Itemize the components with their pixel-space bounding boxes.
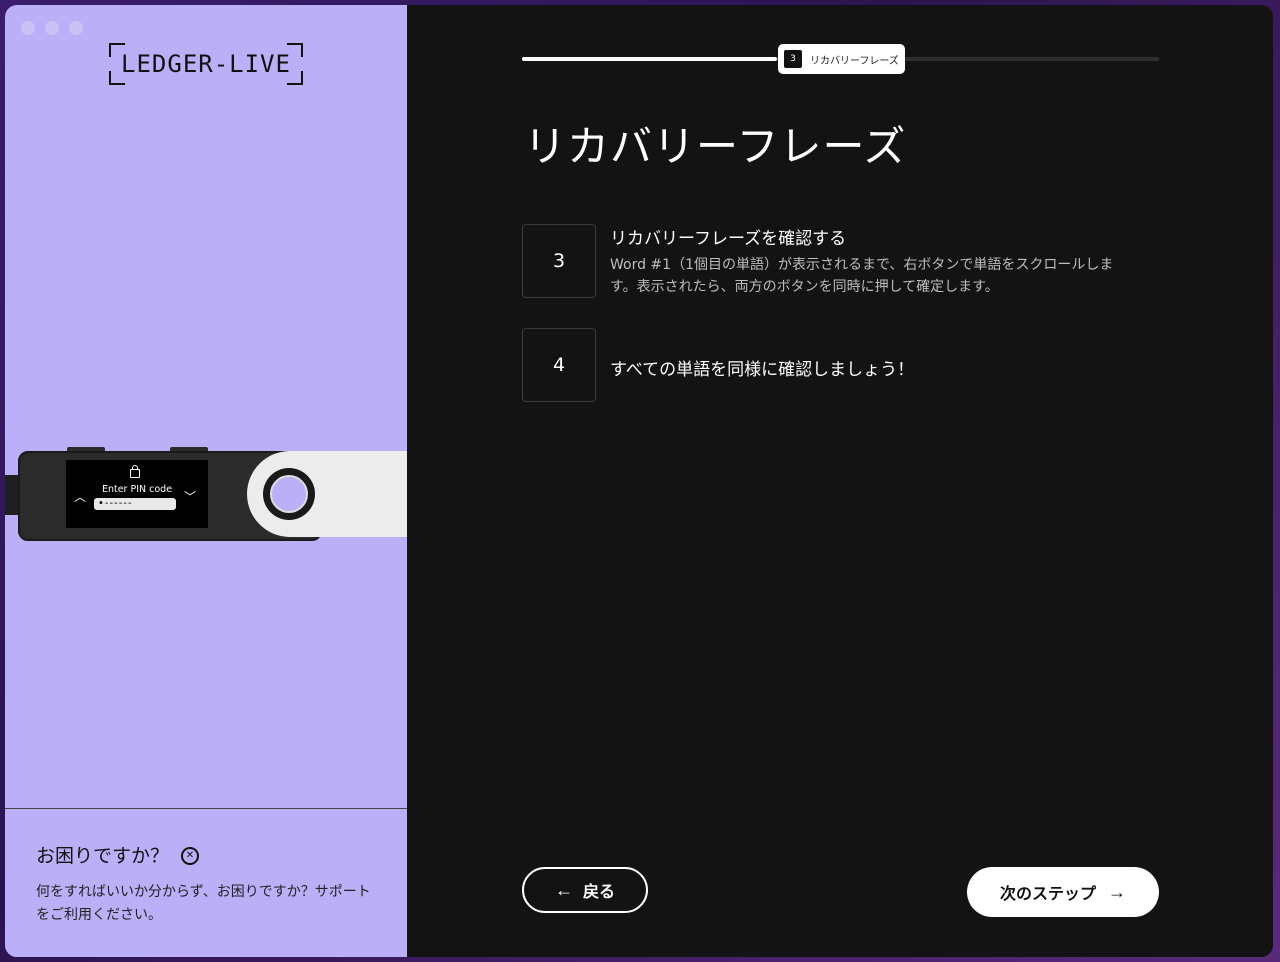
zoom-window-button[interactable] [69, 21, 83, 35]
arrow-left-icon: ← [554, 879, 573, 900]
window-controls [21, 21, 83, 35]
back-button[interactable]: ← 戻る [522, 867, 648, 913]
help-title[interactable]: お困りですか？ [36, 841, 169, 868]
app-window: LEDGER-LIVE ︿ ﹀ Enter PIN code •------ お… [5, 5, 1273, 957]
minimize-window-button[interactable] [45, 21, 59, 35]
step-number: 3 [784, 50, 802, 68]
next-step-button[interactable]: 次のステップ → [967, 867, 1159, 917]
step-description: Word #1（1個目の単語）が表示されるまで、右ボタンで単語をスクロールします… [610, 257, 1114, 295]
swivel-ring [263, 468, 315, 520]
logo-text: LEDGER-LIVE [121, 50, 291, 78]
current-step-indicator: 3 リカバリーフレーズ [778, 44, 905, 74]
step-label: リカバリーフレーズ [810, 55, 899, 67]
step-title: リカバリーフレーズを確認する [610, 229, 847, 249]
lock-icon [130, 465, 140, 478]
lifebuoy-icon[interactable]: ✕ [181, 847, 199, 865]
page-title: リカバリーフレーズ [524, 122, 907, 171]
left-panel: LEDGER-LIVE ︿ ﹀ Enter PIN code •------ お… [5, 5, 407, 957]
progress-fill [522, 57, 777, 61]
step-number-box: 3 [522, 224, 596, 298]
close-window-button[interactable] [21, 21, 35, 35]
back-button-label: 戻る [582, 884, 615, 901]
arrow-right-icon: → [1108, 881, 1126, 902]
ledger-live-logo: LEDGER-LIVE [109, 43, 303, 85]
help-text: 何をすればいいか分からず、お困りですか？サポートをご利用ください。 [36, 884, 371, 923]
device-screen-label: Enter PIN code [101, 484, 173, 495]
next-button-label: 次のステップ [999, 886, 1096, 903]
main-panel: 3 リカバリーフレーズ リカバリーフレーズ 3 リカバリーフレーズを確認する W… [407, 5, 1273, 957]
step-title: すべての単語を同様に確認しましょう！ [610, 360, 915, 380]
step-number-box: 4 [522, 328, 596, 402]
help-section: お困りですか？ ✕ 何をすればいいか分からず、お困りですか？サポートをご利用くだ… [5, 808, 407, 957]
device-screen: ︿ ﹀ Enter PIN code •------ [66, 460, 208, 528]
pin-entry-box: •------ [94, 498, 176, 510]
